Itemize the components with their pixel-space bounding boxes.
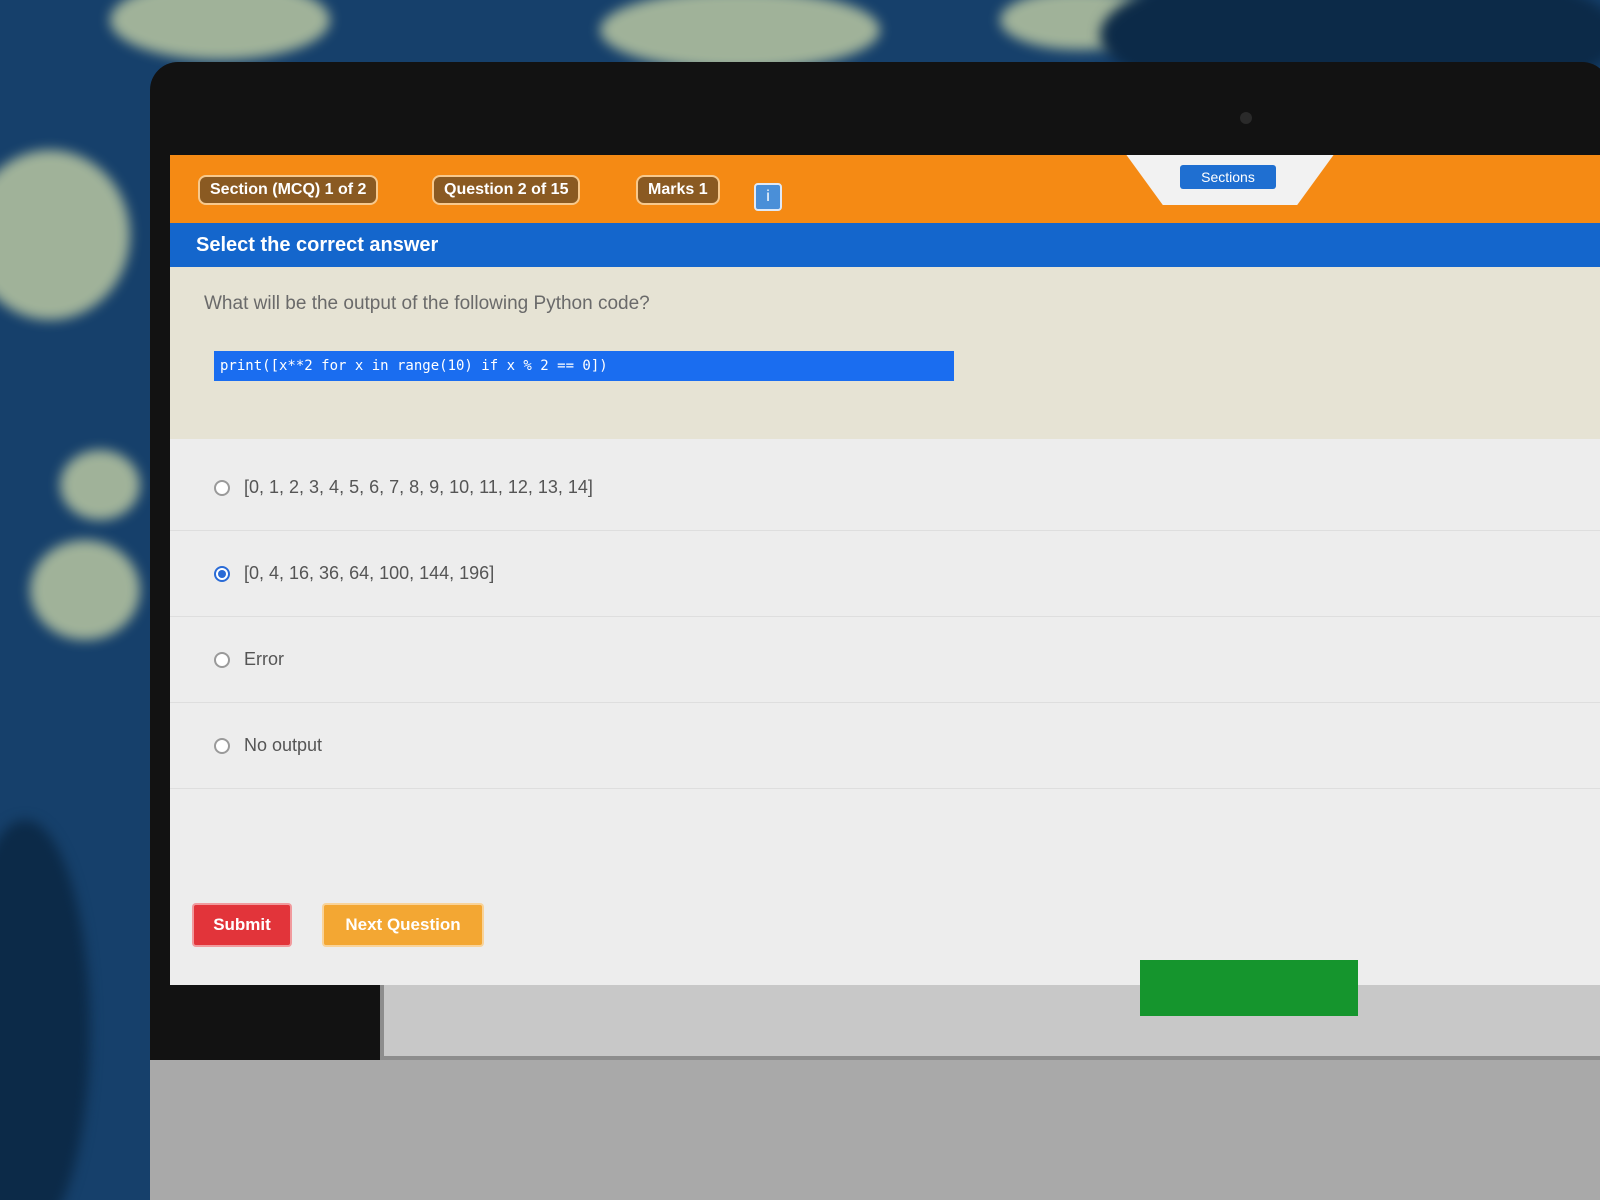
sections-tab-label[interactable]: Sections — [1180, 165, 1276, 189]
info-icon[interactable]: i — [754, 183, 782, 211]
section-chip[interactable]: Section (MCQ) 1 of 2 — [198, 175, 379, 205]
question-chip[interactable]: Question 2 of 15 — [432, 175, 581, 205]
exam-screen: Section (MCQ) 1 of 2 Question 2 of 15 Ma… — [170, 155, 1600, 985]
option-4[interactable]: No output — [170, 703, 1600, 789]
option-label: [0, 4, 16, 36, 64, 100, 144, 196] — [244, 563, 495, 583]
radio-button[interactable] — [214, 651, 230, 668]
submit-button[interactable]: Submit — [192, 903, 292, 947]
radio-button[interactable] — [214, 737, 230, 754]
radio-button[interactable] — [214, 479, 230, 496]
marks-chip[interactable]: Marks 1 — [636, 175, 720, 205]
top-bar: Section (MCQ) 1 of 2 Question 2 of 15 Ma… — [170, 155, 1600, 225]
instruction-bar: Select the correct answer — [170, 223, 1600, 267]
option-2[interactable]: [0, 4, 16, 36, 64, 100, 144, 196] — [170, 531, 1600, 617]
option-label: Error — [244, 649, 284, 669]
option-3[interactable]: Error — [170, 617, 1600, 703]
radio-button-selected[interactable] — [214, 565, 230, 582]
lower-panel — [380, 985, 1600, 1060]
question-panel: What will be the output of the following… — [170, 267, 1600, 439]
green-button[interactable] — [1140, 960, 1358, 1016]
answer-options: [0, 1, 2, 3, 4, 5, 6, 7, 8, 9, 10, 11, 1… — [170, 445, 1600, 789]
next-question-button[interactable]: Next Question — [322, 903, 484, 947]
option-1[interactable]: [0, 1, 2, 3, 4, 5, 6, 7, 8, 9, 10, 11, 1… — [170, 445, 1600, 531]
code-snippet: print([x**2 for x in range(10) if x % 2 … — [214, 351, 954, 381]
option-label: [0, 1, 2, 3, 4, 5, 6, 7, 8, 9, 10, 11, 1… — [244, 477, 593, 497]
question-text: What will be the output of the following… — [204, 293, 650, 314]
webcam-icon — [1240, 112, 1252, 124]
option-label: No output — [244, 735, 323, 755]
lower-screen-area — [150, 1060, 1600, 1200]
